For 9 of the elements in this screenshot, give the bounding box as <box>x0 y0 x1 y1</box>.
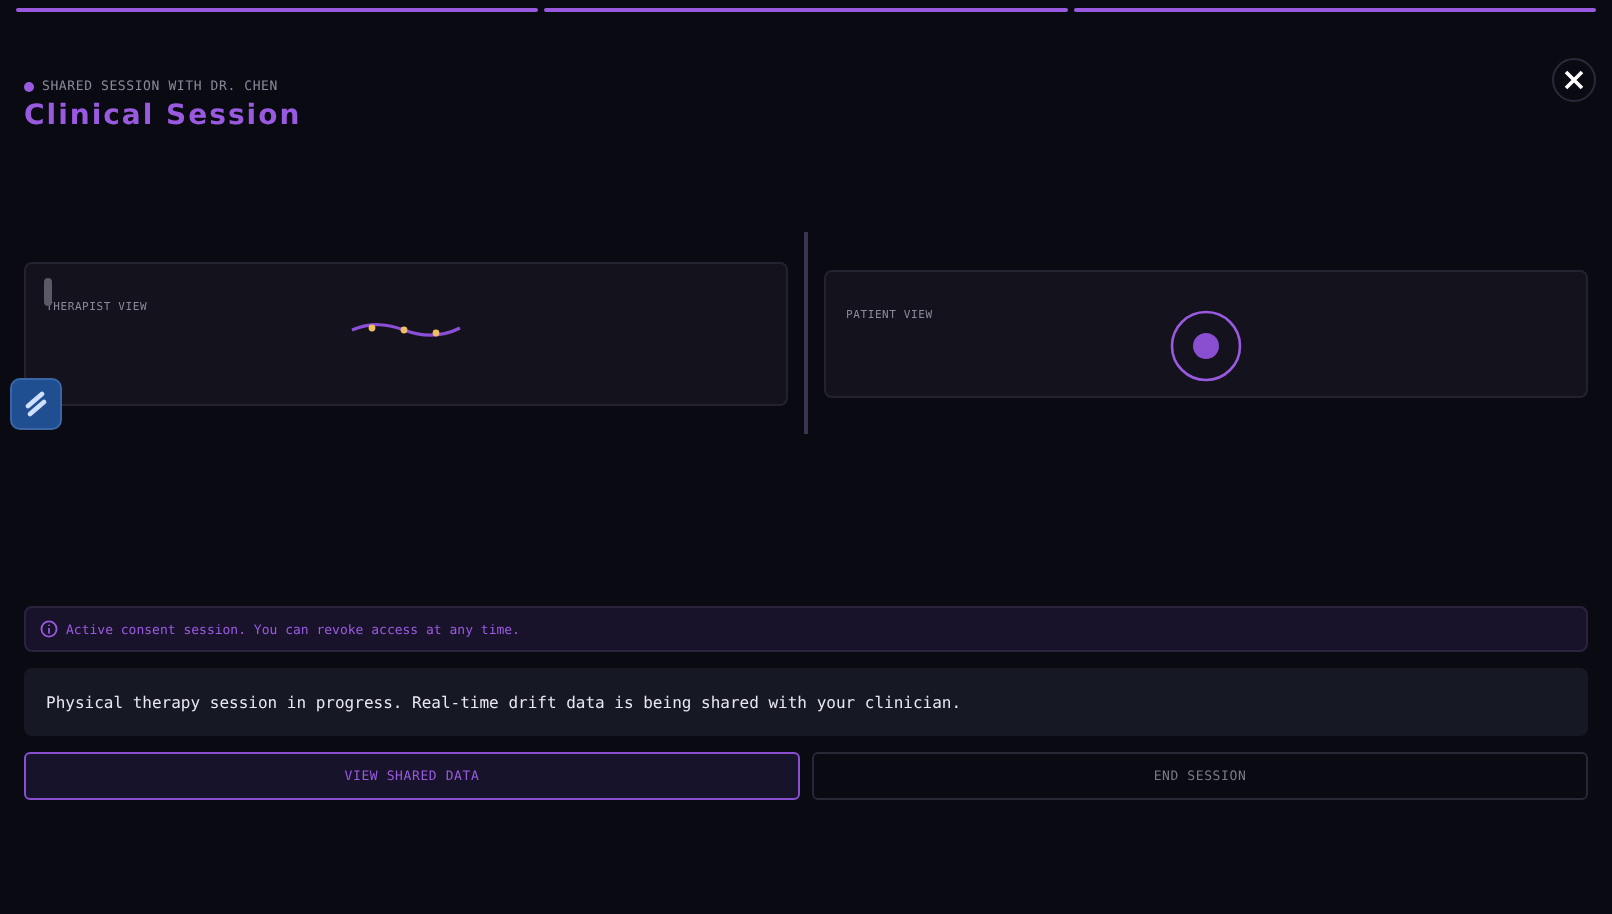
target-icon <box>1168 307 1244 383</box>
wave-drawing <box>348 317 464 341</box>
close-icon <box>1564 70 1584 90</box>
message-text: Physical therapy session in progress. Real-time drift data is being shared with your clinician. <box>46 693 962 711</box>
close-button[interactable] <box>1552 58 1596 102</box>
app-icon[interactable] <box>10 378 62 430</box>
page-title: Clinical Session <box>24 100 304 132</box>
drag-handle[interactable] <box>44 278 52 306</box>
info-icon <box>40 620 58 638</box>
